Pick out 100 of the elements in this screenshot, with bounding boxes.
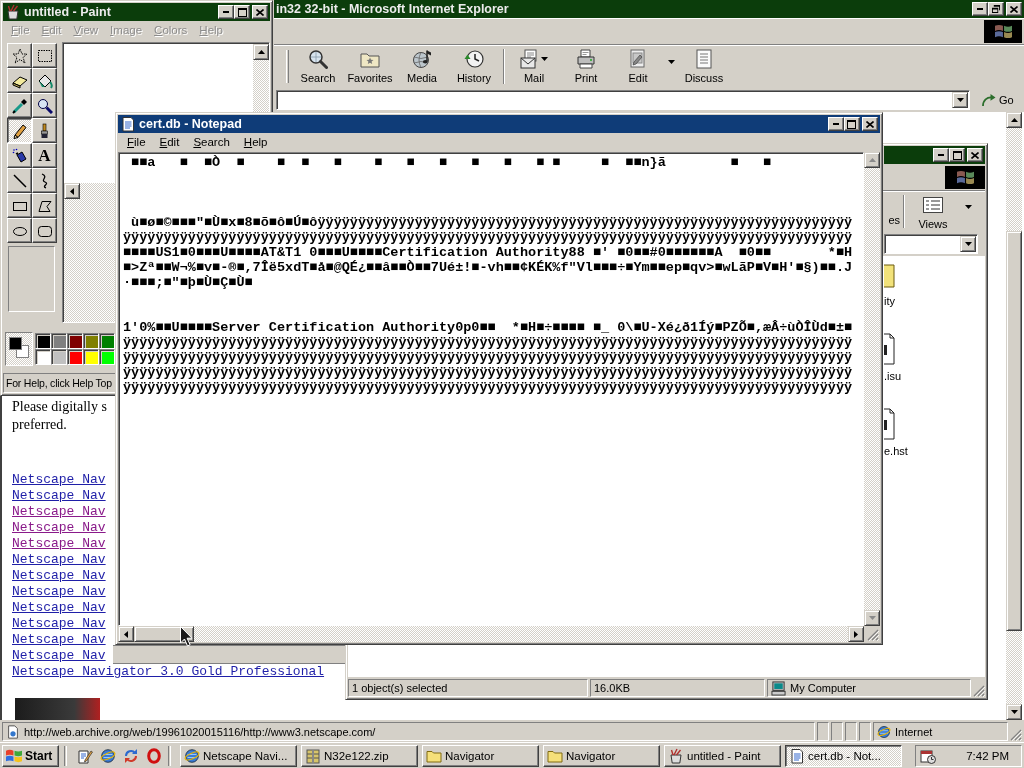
scroll-left-button[interactable] [64, 183, 80, 199]
color-swatch[interactable] [38, 352, 50, 364]
file-icon[interactable] [884, 408, 895, 440]
menu-item[interactable]: Help [236, 134, 275, 150]
close-button[interactable] [862, 117, 878, 131]
link[interactable]: Netscape Nav [12, 504, 106, 520]
menu-item[interactable]: File [120, 134, 153, 150]
globe-icon [184, 747, 200, 764]
color-swatch[interactable] [54, 336, 66, 348]
maximize-button[interactable] [234, 5, 250, 19]
link[interactable]: Netscape Nav [12, 536, 106, 552]
vertical-scrollbar[interactable] [864, 152, 880, 626]
link[interactable]: Netscape Nav [12, 648, 106, 664]
tool-options-box [8, 246, 55, 312]
address-field[interactable] [276, 90, 970, 110]
resize-grip-icon[interactable] [1010, 729, 1022, 741]
scroll-up-button[interactable] [864, 152, 880, 168]
file-icon[interactable] [884, 333, 895, 365]
link[interactable]: Netscape Nav [12, 520, 106, 536]
scroll-thumb[interactable] [1006, 231, 1022, 631]
minimize-icon [938, 154, 944, 156]
link[interactable]: Netscape Nav [12, 568, 106, 584]
status-panel [817, 722, 829, 741]
maximize-icon [237, 7, 247, 17]
vertical-scrollbar[interactable] [1006, 112, 1022, 720]
scroll-up-button[interactable] [1006, 112, 1022, 128]
foreground-color-swatch[interactable] [10, 338, 21, 349]
scroll-right-button[interactable] [848, 626, 864, 642]
edit-button[interactable]: Edit [612, 45, 664, 88]
ring-icon[interactable] [146, 747, 162, 764]
resize-grip-icon[interactable] [973, 685, 985, 697]
restore-button[interactable] [988, 2, 1004, 16]
page-pencil-icon [628, 49, 648, 69]
tool-button[interactable] [7, 118, 32, 143]
background-color-swatch[interactable] [17, 346, 28, 357]
clock-icon [464, 49, 484, 69]
color-swatch[interactable] [86, 336, 98, 348]
start-button[interactable]: Start [2, 744, 59, 767]
link[interactable]: Netscape Nav [12, 584, 106, 600]
link[interactable]: Netscape Nav [12, 488, 106, 504]
media-button[interactable]: Media [396, 45, 448, 88]
minimize-button[interactable] [218, 5, 234, 19]
close-button[interactable] [1006, 2, 1022, 16]
color-swatch[interactable] [102, 336, 114, 348]
favorites-button[interactable]: Favorites [344, 45, 396, 88]
toolbar-button[interactable]: es [888, 214, 900, 227]
taskbar-button[interactable]: Navigator [543, 744, 660, 767]
link[interactable]: Netscape Nav [12, 632, 106, 648]
taskbar-button[interactable]: Netscape Navi... [180, 744, 297, 767]
link[interactable]: Netscape Navigator 3.0 Gold Professional [12, 664, 325, 680]
window-title: untitled - Paint [24, 5, 111, 19]
scroll-down-button[interactable] [1006, 704, 1022, 720]
globe-icon[interactable] [100, 747, 116, 764]
resize-grip-icon[interactable] [867, 629, 879, 641]
search-button[interactable]: Search [292, 45, 344, 88]
views-button[interactable]: Views [908, 191, 958, 232]
file-name[interactable]: ity [884, 295, 895, 308]
color-swatch[interactable] [86, 352, 98, 364]
maximize-button[interactable] [949, 148, 965, 162]
go-button[interactable]: Go [979, 90, 1020, 110]
discuss-button[interactable]: Discuss [678, 45, 730, 88]
text-area[interactable]: ■■a ■ ■Ò ■ ■ ■ ■ ■ ■ ■ ■ ■ ■ ■ ■ ■■n}ã ■ ■ ù■ø■©■■■"■Ù■x■8■õ■ô■Ú■ôÿÿÿÿÿÿÿÿÿÿÿÿÿÿÿÿÿÿÿÿÿÿÿÿÿÿÿÿÿÿÿÿÿÿÿÿÿÿÿÿÿÿÿÿÿÿÿÿÿÿÿÿÿÿÿÿÿÿÿÿÿÿÿÿÿÿ ÿÿÿÿÿÿÿÿÿÿÿÿÿÿÿÿÿÿÿÿÿÿÿÿÿÿÿÿÿÿÿÿÿÿÿÿÿÿÿÿÿÿÿÿÿÿÿÿÿÿÿÿÿÿÿÿÿÿÿÿÿÿÿÿÿÿÿÿÿÿÿÿÿÿÿÿÿÿÿÿÿÿÿÿÿÿÿÿÿÿ ■■■■US1■0■■■U■■■■AT&T1 0■■■U■■■■Certification Authority88 ■' ■0■■#0■■■■■■A ■0■■ *■H ■>Zª■■W¬%■v■-®■,7Îë5xdT■å■@QÉ¿■■â■■Ò■■7Ué±!■-vh■■¢KÉK%f"Vl■■■÷■Ym■■ep■qv>■wLãP■V■H'■§)■■.J ·■■■;■"■þ■Ù■Ç■Ù■ 1'0%■■U■■■■Server Certification Authority0p0■■ *■H■÷■■■■ ■_ 0\■U-Xé¿ð1Íý■PZÕ■,æÂ÷ùÒÎÙd■±■ ÿÿÿÿÿÿÿÿÿÿÿÿÿÿÿÿÿÿÿÿÿÿÿÿÿÿÿÿÿÿÿÿÿÿÿÿÿÿÿÿÿÿÿÿÿÿÿÿÿÿÿÿÿÿÿÿÿÿÿÿÿÿÿÿÿÿÿÿÿÿÿÿÿÿÿÿÿÿÿÿÿÿÿÿÿÿÿÿÿÿ ÿÿÿÿÿÿÿÿÿÿÿÿÿÿÿÿÿÿÿÿÿÿÿÿÿÿÿÿÿÿÿÿÿÿÿÿÿÿÿÿÿÿÿÿÿÿÿÿÿÿÿÿÿÿÿÿÿÿÿÿÿÿÿÿÿÿÿÿÿÿÿÿÿÿÿÿÿÿÿÿÿÿÿÿÿÿÿÿÿÿ ÿÿÿÿÿÿÿÿÿÿÿÿÿÿÿÿÿÿÿÿÿÿÿÿÿÿÿÿÿÿÿÿÿÿÿÿÿÿÿÿÿÿÿÿÿÿÿÿÿÿÿÿÿÿÿÿÿÿÿÿÿÿÿÿÿÿÿÿÿÿÿÿÿÿÿÿÿÿÿÿÿÿÿÿÿÿÿÿÿÿ ÿÿÿÿÿÿÿÿÿÿÿÿÿÿÿÿÿÿÿÿÿÿÿÿÿÿÿÿÿÿÿÿÿÿÿÿÿÿÿÿÿÿÿÿÿÿÿÿÿÿÿÿÿÿÿÿÿÿÿÿÿÿÿÿÿÿÿÿÿÿÿÿÿÿÿÿÿÿÿÿÿÿÿÿÿÿÿÿÿÿ [118, 152, 864, 626]
horizontal-scrollbar[interactable] [118, 626, 864, 642]
color-swatch[interactable] [38, 336, 50, 348]
scroll-left-button[interactable] [118, 626, 134, 642]
link[interactable]: Netscape Nav [12, 616, 106, 632]
scroll-down-button[interactable] [864, 610, 880, 626]
pencil-page-icon[interactable] [77, 747, 93, 764]
link[interactable]: Netscape Nav [12, 472, 106, 488]
globe-icon [877, 724, 891, 739]
address-field[interactable] [884, 234, 978, 254]
minimize-button[interactable] [972, 2, 988, 16]
close-button[interactable] [967, 148, 983, 162]
menu-item[interactable]: Search [186, 134, 237, 150]
color-swatch[interactable] [70, 336, 82, 348]
taskbar-button[interactable]: Navigator [422, 744, 539, 767]
file-name[interactable]: e.hst [884, 445, 908, 458]
calendar-clock-icon[interactable] [920, 747, 936, 764]
history-button[interactable]: History [448, 45, 500, 88]
color-swatch[interactable] [70, 352, 82, 364]
minimize-button[interactable] [828, 117, 844, 131]
color-swatch[interactable] [54, 352, 66, 364]
arrows-icon[interactable] [123, 747, 139, 764]
minimize-button[interactable] [933, 148, 949, 162]
link[interactable]: Netscape Nav [12, 552, 106, 568]
dropdown-button[interactable] [952, 92, 968, 108]
color-swatch[interactable] [102, 352, 114, 364]
dropdown-button[interactable] [960, 236, 976, 252]
link[interactable]: Netscape Nav [12, 600, 106, 616]
taskbar-button[interactable]: cert.db - Not... [785, 744, 902, 767]
menu-item[interactable]: Edit [152, 134, 187, 150]
scroll-up-button[interactable] [253, 44, 269, 60]
print-button[interactable]: Print [560, 45, 612, 88]
close-icon [866, 120, 874, 128]
mouse-pointer-icon [180, 626, 193, 647]
file-name[interactable]: .isu [884, 370, 902, 383]
taskbar-button[interactable]: N32e122.zip [301, 744, 418, 767]
taskbar-button[interactable]: untitled - Paint [664, 744, 781, 767]
mail-button[interactable]: Mail [508, 45, 560, 88]
close-button[interactable] [252, 5, 268, 19]
